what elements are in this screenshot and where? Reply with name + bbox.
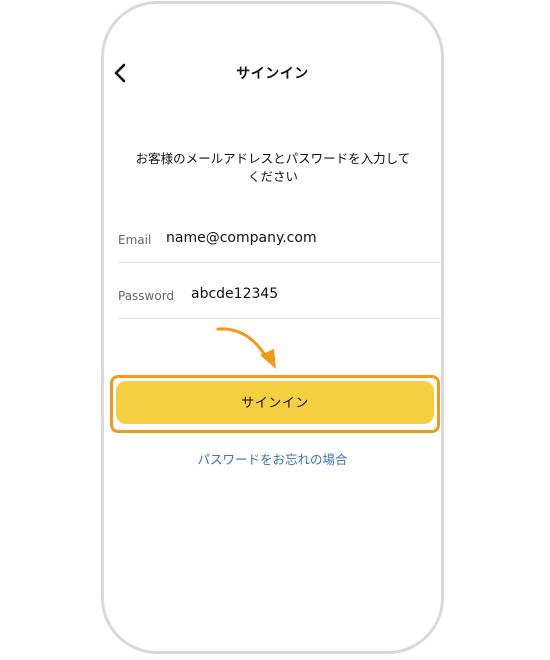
- forgot-password-link[interactable]: パスワードをお忘れの場合: [104, 449, 441, 468]
- password-input[interactable]: abcde12345: [191, 286, 278, 302]
- instruction-text: お客様のメールアドレスとパスワードを入力して ください: [118, 150, 428, 186]
- phone-frame: サインイン お客様のメールアドレスとパスワードを入力して ください Email …: [101, 1, 444, 654]
- password-label: Password: [118, 289, 175, 303]
- email-input[interactable]: name@company.com: [166, 230, 317, 246]
- instruction-line-2: ください: [247, 169, 298, 184]
- password-field[interactable]: Password abcde12345: [118, 262, 441, 319]
- email-field[interactable]: Email name@company.com: [118, 206, 441, 263]
- arrow-icon: [216, 327, 276, 369]
- signin-button[interactable]: サインイン: [116, 381, 434, 424]
- email-label: Email: [118, 233, 152, 247]
- instruction-line-1: お客様のメールアドレスとパスワードを入力して: [135, 151, 411, 166]
- page-title: サインイン: [236, 66, 309, 82]
